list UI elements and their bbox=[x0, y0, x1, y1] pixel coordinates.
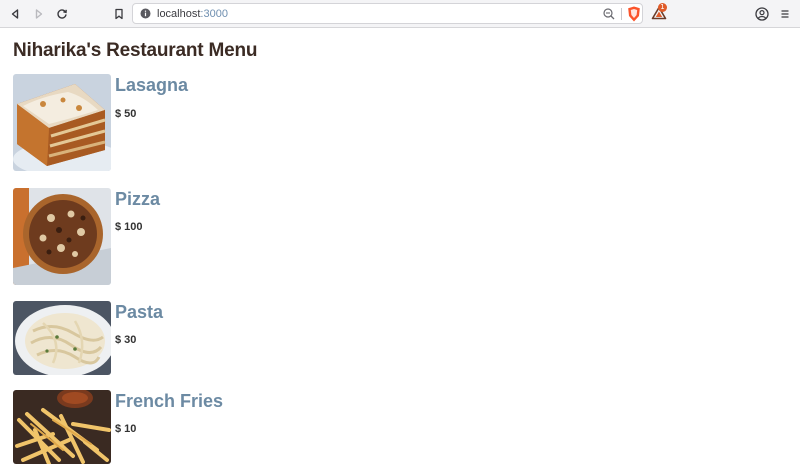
menu-item-price: $ 30 bbox=[115, 334, 137, 346]
menu-item-price: $ 50 bbox=[115, 108, 137, 120]
menu-item-price: $ 100 bbox=[115, 221, 143, 233]
lasagna-image bbox=[13, 74, 111, 171]
address-bar[interactable]: localhost:3000 bbox=[132, 3, 643, 24]
brave-shield-icon[interactable] bbox=[627, 6, 641, 27]
browser-toolbar: localhost:3000 1 bbox=[0, 0, 800, 28]
reload-icon[interactable] bbox=[53, 5, 71, 23]
pizza-image bbox=[13, 188, 111, 285]
profile-icon[interactable] bbox=[753, 5, 771, 23]
pasta-image bbox=[13, 301, 111, 375]
site-info-icon[interactable] bbox=[140, 8, 151, 19]
menu-item-name: Lasagna bbox=[115, 75, 189, 95]
menu-item-name: Pizza bbox=[115, 189, 161, 209]
url-host: localhost bbox=[157, 8, 201, 20]
rewards-badge: 1 bbox=[658, 3, 667, 12]
page-title: Niharika's Restaurant Menu bbox=[13, 40, 258, 61]
address-bar-divider bbox=[621, 8, 622, 20]
url-text: localhost:3000 bbox=[157, 7, 228, 21]
back-icon[interactable] bbox=[6, 5, 24, 23]
url-port: :3000 bbox=[200, 8, 228, 20]
menu-item-name: Pasta bbox=[115, 302, 164, 322]
forward-icon[interactable] bbox=[30, 5, 48, 23]
menu-item-name: French Fries bbox=[115, 391, 224, 411]
zoom-out-icon[interactable] bbox=[602, 7, 616, 21]
menu-item-price: $ 10 bbox=[115, 423, 137, 435]
page-content: Niharika's Restaurant Menu Lasagna $ 50 bbox=[0, 28, 800, 473]
menu-icon[interactable] bbox=[776, 5, 794, 23]
bookmark-icon[interactable] bbox=[110, 5, 128, 23]
french-fries-image bbox=[13, 390, 111, 464]
